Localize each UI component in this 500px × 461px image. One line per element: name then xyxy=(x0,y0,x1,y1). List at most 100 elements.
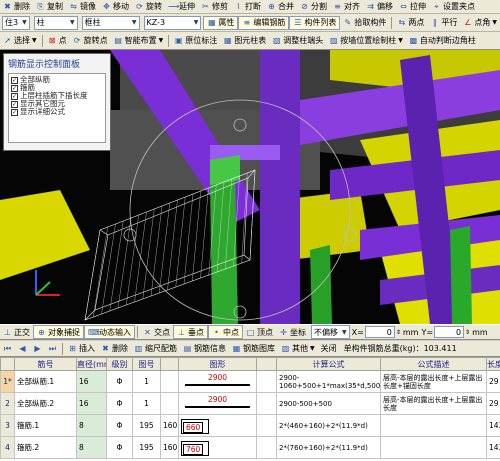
y-input[interactable]: 0 xyxy=(434,326,465,338)
toolbar-offset-button[interactable]: ⇉ 偏移 xyxy=(363,0,396,13)
formula-description-cell[interactable]: 层高-本层的露出长度+上层露出长度 xyxy=(380,392,487,415)
figure-cell[interactable]: 660 xyxy=(178,414,257,437)
origin-annotate-button[interactable]: ▣ 原位标注 xyxy=(171,34,220,48)
dynamic-input-button[interactable]: ⌨ 动态输入 xyxy=(84,325,135,339)
figure-cell[interactable]: 2900 xyxy=(178,392,257,415)
formula-cell[interactable]: 2900-500+500 xyxy=(276,392,381,415)
panel-option[interactable]: ✓ 显示详细公式 xyxy=(11,108,103,116)
column-header[interactable]: 公式描述 xyxy=(380,357,487,371)
perp-button[interactable]: ⊥ 垂点 xyxy=(173,325,208,339)
figure-extra-cell[interactable] xyxy=(256,414,277,437)
figure-extra-cell[interactable] xyxy=(256,392,277,415)
toolbar-mirror-button[interactable]: ⇋ 镜像 xyxy=(66,0,99,13)
formula-cell[interactable]: 2*(460+160)+2*(11.9*d) xyxy=(276,414,381,437)
subtype-select[interactable]: 框柱 ▼ xyxy=(81,15,140,30)
column-header[interactable] xyxy=(0,357,15,371)
auto-edge-button[interactable]: ▩ 自动判断边角柱 xyxy=(406,34,479,48)
rebar-info-button[interactable]: ▤ 钢筋信息 xyxy=(180,342,229,356)
row-number-cell[interactable]: 1* xyxy=(0,370,15,393)
offset-select[interactable]: 不偏移 ▼ xyxy=(311,325,350,339)
toolbar-split-button[interactable]: ⊘ 分割 xyxy=(297,0,330,13)
checkbox-icon[interactable]: ✓ xyxy=(11,108,18,116)
point-button[interactable]: ⊠ 点 xyxy=(45,34,70,48)
diameter-cell[interactable]: 16 xyxy=(76,370,107,393)
grade-cell[interactable]: Φ xyxy=(106,392,133,415)
grade-cell[interactable]: Φ xyxy=(106,414,133,437)
last-record-button[interactable]: ⏭ xyxy=(45,342,60,356)
figure-extra-cell[interactable] xyxy=(256,436,277,459)
table-row[interactable]: 4 箍筋.2 8 Φ 195 160 760 2*(760+160)+2*(11.9*d) 14… xyxy=(0,436,500,459)
formula-cell[interactable]: 2*(760+160)+2*(11.9*d) xyxy=(276,436,381,459)
rebar-name-cell[interactable]: 全部纵筋.1 xyxy=(14,370,77,393)
figure-table-button[interactable]: ▦ 图元柱表 xyxy=(220,34,269,48)
vertex-button[interactable]: □ 顶点 xyxy=(243,325,276,339)
toolbar-delete-button[interactable]: ✖ 删除 xyxy=(0,0,33,13)
figure-cell[interactable]: 760 xyxy=(178,436,257,459)
rebar-library-button[interactable]: ▦ 钢筋图库 xyxy=(229,342,278,356)
coord-button[interactable]: ✛ 坐标 xyxy=(276,325,309,339)
toolbar-grip-button[interactable]: ⌖ 设置夹点 xyxy=(429,0,478,13)
length-cell[interactable]: 143 xyxy=(486,436,500,459)
figure-number-cell[interactable]: 195 xyxy=(132,436,161,459)
row-number-cell[interactable]: 2 xyxy=(0,392,15,415)
edit-rebar-button[interactable]: ≡ 编辑钢筋 xyxy=(238,15,290,30)
rebar-name-cell[interactable]: 全部纵筋.2 xyxy=(14,392,77,415)
two-point-button[interactable]: ⇆ 两点 xyxy=(394,16,427,30)
length-cell[interactable]: 143 xyxy=(486,414,500,437)
column-header[interactable]: 筋号 xyxy=(14,357,77,371)
ortho-button[interactable]: ⊥ 正交 xyxy=(0,325,33,339)
toolbar-align-button[interactable]: ≡ 对齐 xyxy=(330,0,363,13)
figure-number-cell[interactable]: 1 xyxy=(132,392,161,415)
object-snap-button[interactable]: ⊕ 对象捕捉 xyxy=(33,325,84,339)
spinner-icon[interactable]: ⇕ xyxy=(465,329,470,336)
toolbar-stretch-button[interactable]: ⇔ 拉伸 xyxy=(396,0,429,13)
select-button[interactable]: ➚ 选择 ▼ xyxy=(0,34,40,48)
column-header[interactable]: 图形 xyxy=(178,357,257,371)
properties-button[interactable]: ▦ 属性 xyxy=(203,15,239,30)
column-header[interactable] xyxy=(256,357,277,371)
formula-description-cell[interactable] xyxy=(380,414,487,437)
first-record-button[interactable]: ⏮ xyxy=(0,342,15,356)
table-row[interactable]: 1* 全部纵筋.1 16 Φ 1 2900 2900-1060+500+1*max(35*d… xyxy=(0,370,500,393)
delete-row-button[interactable]: ✖ 删除 xyxy=(98,342,131,356)
angle-point-button[interactable]: ∠ 点角 ▼ xyxy=(460,16,500,30)
by-position-button[interactable]: ▨ 按墙位置绘制柱 ▼ xyxy=(326,34,406,48)
toolbar-merge-button[interactable]: ⊕ 合并 xyxy=(264,0,297,13)
close-grid-button[interactable]: 关闭 xyxy=(318,342,340,356)
adjust-head-button[interactable]: ▧ 调整柱端头 xyxy=(269,34,326,48)
pick-component-button[interactable]: ✎ 拾取构件 xyxy=(340,16,389,30)
column-header[interactable]: 图号 xyxy=(132,357,161,371)
type-select[interactable]: 柱 ▼ xyxy=(33,15,78,30)
column-header[interactable]: 直径(mm) xyxy=(76,357,107,371)
row-number-cell[interactable]: 4 xyxy=(0,436,15,459)
figure-number-cell[interactable]: 1 xyxy=(132,370,161,393)
toolbar-move-button[interactable]: ✥ 移动 xyxy=(99,0,132,13)
figure-number-cell[interactable]: 195 xyxy=(132,414,161,437)
grade-cell[interactable]: Φ xyxy=(106,436,133,459)
3d-viewport[interactable]: 钢筋显示控制面板 ✓ 全部纵筋 ✓ 箍筋 ✓ 上层柱插筋下插长度 ✓ 显示其它图元 ✓ 显示详细公… xyxy=(0,50,500,324)
formula-description-cell[interactable] xyxy=(380,436,487,459)
insert-button[interactable]: ⊞ 插入 xyxy=(65,342,98,356)
figure-left-dim-cell[interactable]: 160 xyxy=(160,414,179,437)
checkbox-icon[interactable]: ✓ xyxy=(11,84,18,92)
element-select[interactable]: KZ-3 ▼ xyxy=(143,15,202,30)
toolbar-rotate-button[interactable]: ⟳ 旋转 xyxy=(132,0,165,13)
next-record-button[interactable]: ▶ xyxy=(30,342,45,356)
toolbar-copy-button[interactable]: ⎘ 复制 xyxy=(33,0,66,13)
table-row[interactable]: 3 箍筋.1 8 Φ 195 160 660 2*(460+160)+2*(11.9*d) 14… xyxy=(0,414,500,437)
prev-record-button[interactable]: ◀ xyxy=(15,342,30,356)
table-row[interactable]: 2 全部纵筋.2 16 Φ 1 2900 2900-500+500 层高-本层的露出长度+上层… xyxy=(0,392,500,415)
figure-left-dim-cell[interactable] xyxy=(160,392,179,415)
spinner-icon[interactable]: ⇕ xyxy=(396,329,401,336)
formula-description-cell[interactable]: 层高-本层的露出长度+上层露出长度+锚固长度 xyxy=(380,370,487,393)
other-button[interactable]: ▧ 其他 ▼ xyxy=(278,342,318,356)
figure-extra-cell[interactable] xyxy=(256,370,277,393)
rotate-point-button[interactable]: ⟳ 旋转点 xyxy=(70,34,111,48)
row-number-cell[interactable]: 3 xyxy=(0,414,15,437)
formula-cell[interactable]: 2900-1060+500+1*max(35*d,500) xyxy=(276,370,381,393)
intersect-button[interactable]: ✕ 交点 xyxy=(140,325,173,339)
figure-left-dim-cell[interactable] xyxy=(160,370,179,393)
column-header[interactable] xyxy=(160,357,179,371)
length-cell[interactable]: 29 xyxy=(486,370,500,393)
figure-cell[interactable]: 2900 xyxy=(178,370,257,393)
